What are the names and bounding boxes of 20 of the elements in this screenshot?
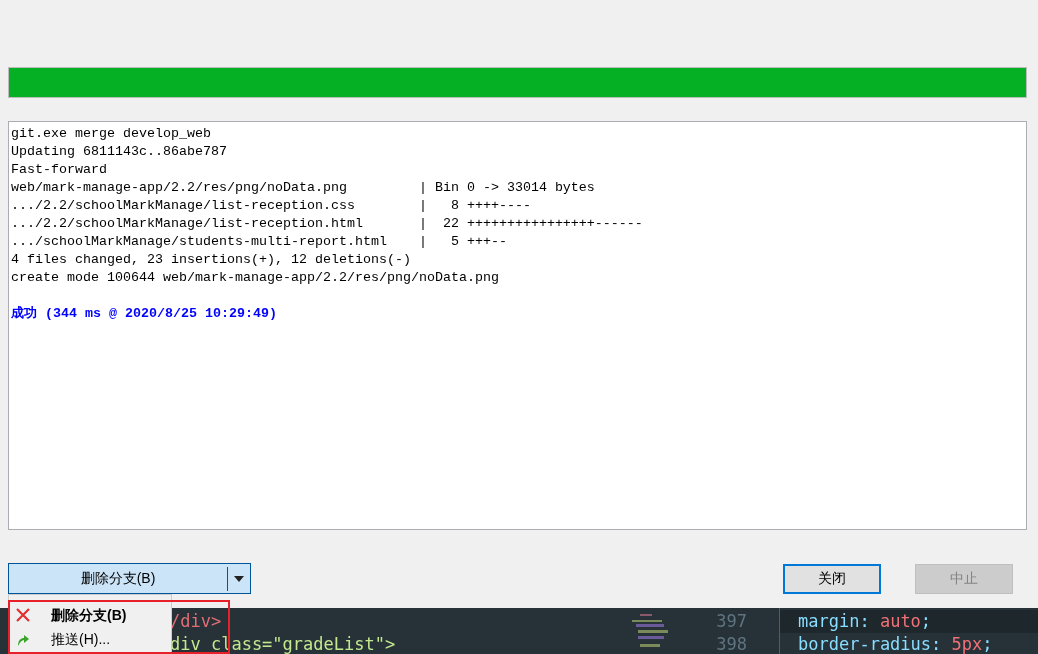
code-line: margin: auto; bbox=[798, 611, 932, 631]
output-line: .../2.2/schoolMarkManage/list-reception.css | 8 ++++---- bbox=[11, 197, 531, 215]
output-line: .../2.2/schoolMarkManage/list-reception.html | 22 ++++++++++++++++------ bbox=[11, 215, 643, 233]
output-line: 4 files changed, 23 insertions(+), 12 deletions(-) bbox=[11, 251, 411, 269]
line-number: 397 bbox=[716, 610, 747, 633]
output-line: Updating 6811143c..86abe787 bbox=[11, 143, 227, 161]
output-line: Fast-forward bbox=[11, 161, 107, 179]
status-line: 成功 (344 ms @ 2020/8/25 10:29:49) bbox=[11, 305, 277, 323]
code-line: /div> bbox=[170, 610, 223, 633]
code-line: border-radius: 5px; bbox=[798, 634, 993, 654]
cross-icon bbox=[15, 607, 31, 623]
output-line: git.exe merge develop_web bbox=[11, 125, 211, 143]
dialog-button[interactable]: 关闭 bbox=[783, 563, 881, 594]
output-line: create mode 100644 web/mark-manage-app/2.2/res/png/noData.png bbox=[11, 269, 499, 287]
output-line: .../schoolMarkManage/students-multi-report.html | 5 +++-- bbox=[11, 233, 507, 251]
menu-item[interactable]: 推送(H)... bbox=[11, 627, 167, 651]
output-line: web/mark-manage-app/2.2/res/png/noData.png | Bin 0 -> 33014 bytes bbox=[11, 179, 595, 197]
menu-item[interactable]: 删除分支(B) bbox=[11, 603, 167, 627]
split-button[interactable]: 删除分支(B) bbox=[8, 563, 251, 594]
line-number: 398 bbox=[716, 633, 747, 654]
